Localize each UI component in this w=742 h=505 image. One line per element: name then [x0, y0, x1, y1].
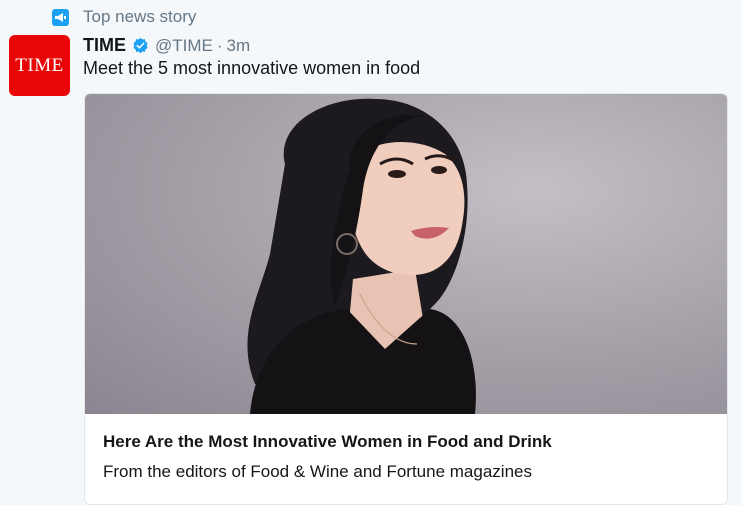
tweet-text: Meet the 5 most innovative women in food: [83, 58, 421, 78]
avatar[interactable]: TIME: [9, 35, 70, 96]
card-body: Here Are the Most Innovative Women in Fo…: [85, 414, 727, 496]
verified-badge-icon: [133, 37, 148, 54]
author-name[interactable]: TIME: [83, 35, 126, 56]
link-card[interactable]: Here Are the Most Innovative Women in Fo…: [84, 93, 728, 505]
author-handle[interactable]: @TIME: [155, 36, 213, 56]
megaphone-icon: [52, 8, 69, 26]
separator: ·: [216, 35, 223, 55]
card-title[interactable]: Here Are the Most Innovative Women in Fo…: [103, 432, 709, 452]
card-description: From the editors of Food & Wine and Fort…: [103, 462, 532, 481]
portrait-illustration: [247, 98, 476, 414]
card-image[interactable]: [85, 94, 727, 414]
context-label: Top news story: [83, 7, 197, 26]
tweet-header: TIME @TIME · 3m: [83, 35, 250, 56]
social-context: Top news story: [52, 7, 196, 27]
avatar-logo-text: TIME: [15, 54, 64, 76]
timestamp[interactable]: 3m: [227, 36, 251, 56]
